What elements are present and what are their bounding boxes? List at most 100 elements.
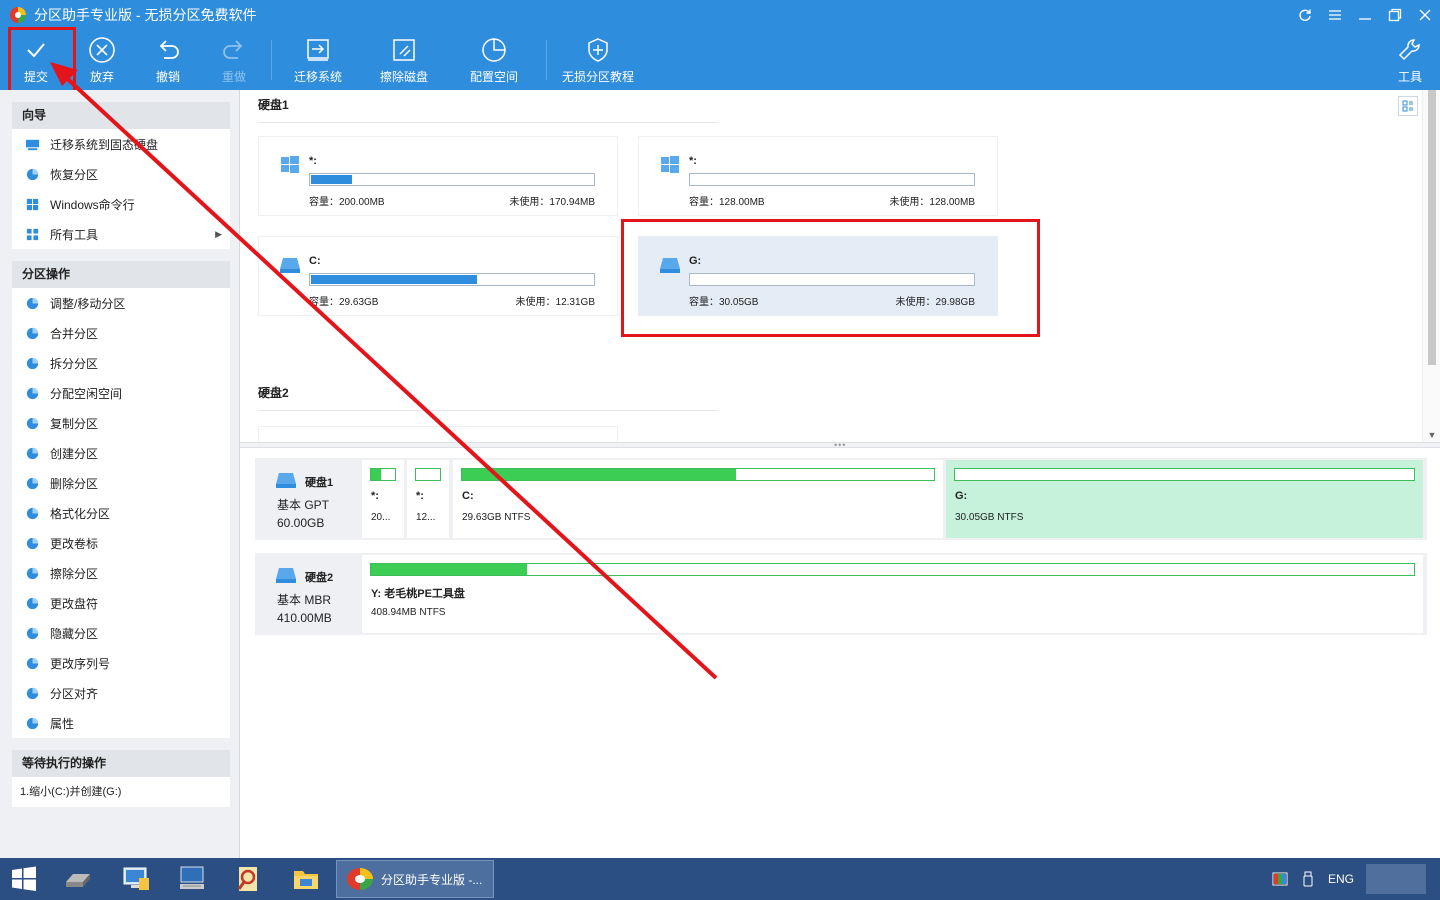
disk-map-partition[interactable]: *: 20... [362,460,404,538]
redo-button[interactable]: 重做 [216,36,252,88]
tools-button[interactable]: 工具 [1392,36,1428,88]
refresh-button[interactable] [1290,0,1320,30]
change-label-icon [26,537,38,549]
partition-card[interactable]: C: 容量：29.63GB 未使用：12.31GB [258,236,618,316]
minimize-button[interactable] [1350,0,1380,30]
restore-icon [1388,8,1402,22]
sidebar-item-windows-cmd[interactable]: Windows命令行 [12,189,230,219]
partition-card[interactable]: *: 容量：128.00MB 未使用：128.00MB [638,136,998,216]
annotation-highlight-partition-g [621,219,1040,337]
sidebar-item-allocate-space[interactable]: 分配空闲空间 [12,378,230,408]
sidebar-item-label: 格式化分区 [50,506,111,521]
close-button[interactable] [1410,0,1440,30]
sidebar-item-all-tools[interactable]: 所有工具 ▶ [12,219,230,249]
sidebar-item-delete-partition[interactable]: 删除分区 [12,468,230,498]
sidebar-item-merge-partition[interactable]: 合并分区 [12,318,230,348]
partition-card[interactable]: *: 容量：200.00MB 未使用：170.94MB [258,136,618,216]
tray-color-icon[interactable] [1272,871,1288,887]
undo-button[interactable]: 撤销 [150,36,186,88]
sidebar-item-label: 所有工具 [50,227,99,242]
migrate-ssd-icon [25,139,39,150]
sidebar-item-create-partition[interactable]: 创建分区 [12,438,230,468]
scroll-down-icon[interactable]: ▼ [1426,430,1438,440]
partition-free: 未使用：170.94MB [509,197,595,208]
computer-icon [123,867,149,890]
wipe-disk-button[interactable]: 擦除磁盘 [378,36,430,88]
drive-icon [276,568,296,583]
sidebar-item-copy-partition[interactable]: 复制分区 [12,408,230,438]
sidebar-item-recover-partition[interactable]: 恢复分区 [12,159,230,189]
taskbar-search-tool[interactable] [230,860,266,898]
partition-ops-panel: 分区操作 调整/移动分区 合并分区 拆分分区 分配空闲空间 复制分区 创建分区 删除分区 格式… [12,261,230,738]
properties-icon [26,717,38,729]
sidebar-item-change-letter[interactable]: 更改盘符 [12,588,230,618]
disk-map-row[interactable]: 硬盘1 基本 GPT 60.00GB *: 20... *: 12... C: … [255,458,1427,540]
disk-map-partition-selected[interactable]: G: 30.05GB NTFS [946,460,1423,538]
sidebar-item-migrate-ssd[interactable]: 迁移系统到固态硬盘 [12,129,230,159]
hide-partition-icon [26,627,38,639]
sidebar-item-split-partition[interactable]: 拆分分区 [12,348,230,378]
start-button[interactable] [8,860,40,898]
divider [258,122,718,123]
partition-detail: 20... [371,512,391,523]
pending-op-item[interactable]: 1.缩小(C:)并创建(G:) [12,777,230,807]
taskbar-app-partition-assistant[interactable]: 分区助手专业版 -... [336,860,494,898]
wipe-disk-label: 擦除磁盘 [379,70,428,84]
restore-button[interactable] [1380,0,1410,30]
migrate-system-button[interactable]: 迁移系统 [292,36,344,88]
sidebar-item-label: 恢复分区 [50,167,99,182]
sidebar-item-label: 创建分区 [50,446,99,461]
redo-label: 重做 [221,70,246,84]
toolbar-separator [271,40,272,80]
clock-area[interactable] [1366,864,1426,894]
sidebar-item-hide-partition[interactable]: 隐藏分区 [12,618,230,648]
disk-type: 基本 MBR [277,593,332,607]
taskbar-remote-desktop[interactable] [174,860,210,898]
disk-name: 硬盘2 [305,572,334,584]
sidebar-item-change-label[interactable]: 更改卷标 [12,528,230,558]
toolbar-separator [546,40,547,80]
sidebar-item-label: 更改序列号 [50,656,111,671]
allocate-space-button[interactable]: 配置空间 [468,36,520,88]
align-partition-icon [26,687,38,699]
all-tools-icon [26,228,38,240]
sidebar-item-format-partition[interactable]: 格式化分区 [12,498,230,528]
tutorial-button[interactable]: 无损分区教程 [560,36,636,88]
app-logo-icon [347,868,373,890]
allocate-space-label: 配置空间 [469,70,518,84]
disk-map-row[interactable]: 硬盘2 基本 MBR 410.00MB Y: 老毛桃PE工具盘 408.94MB… [255,553,1427,635]
taskbar-computer[interactable] [118,860,154,898]
sidebar-item-wipe-partition[interactable]: 擦除分区 [12,558,230,588]
sidebar-item-change-serial[interactable]: 更改序列号 [12,648,230,678]
partition-free: 未使用：128.00MB [889,197,975,208]
sidebar-item-label: Windows命令行 [50,197,135,212]
partition-detail: 29.63GB NTFS [462,512,531,523]
menu-button[interactable] [1320,0,1350,30]
usage-bar [461,468,935,481]
sidebar-item-resize-partition[interactable]: 调整/移动分区 [12,288,230,318]
view-toggle-button[interactable] [1398,96,1418,116]
change-serial-icon [26,657,38,669]
wizard-panel: 向导 迁移系统到固态硬盘 恢复分区 Windows命令行 所有工具 ▶ [12,102,230,249]
magnifier-icon [237,867,257,891]
wizard-title: 向导 [12,102,230,129]
partition-card[interactable] [258,426,618,442]
discard-button[interactable]: 放弃 [84,36,120,88]
usage-bar [954,468,1415,481]
layout-icon [1402,100,1413,112]
sidebar-item-align-partition[interactable]: 分区对齐 [12,678,230,708]
vertical-scrollbar[interactable]: ▼ [1422,90,1440,442]
usage-bar [309,273,595,286]
usb-icon[interactable] [1300,871,1316,887]
language-indicator[interactable]: ENG [1328,872,1354,886]
sidebar-item-label: 复制分区 [50,416,99,431]
scrollbar-thumb[interactable] [1428,90,1436,365]
disk-map-partition[interactable]: Y: 老毛桃PE工具盘 408.94MB NTFS [362,555,1423,633]
taskbar-file-explorer[interactable] [288,860,324,898]
disk-map-partition[interactable]: C: 29.63GB NTFS [453,460,943,538]
sidebar-item-properties[interactable]: 属性 [12,708,230,738]
disk-map-partition[interactable]: *: 12... [407,460,449,538]
wrench-icon [1398,39,1420,61]
windows-icon [661,156,679,173]
taskbar-disk-tool[interactable] [60,860,96,898]
